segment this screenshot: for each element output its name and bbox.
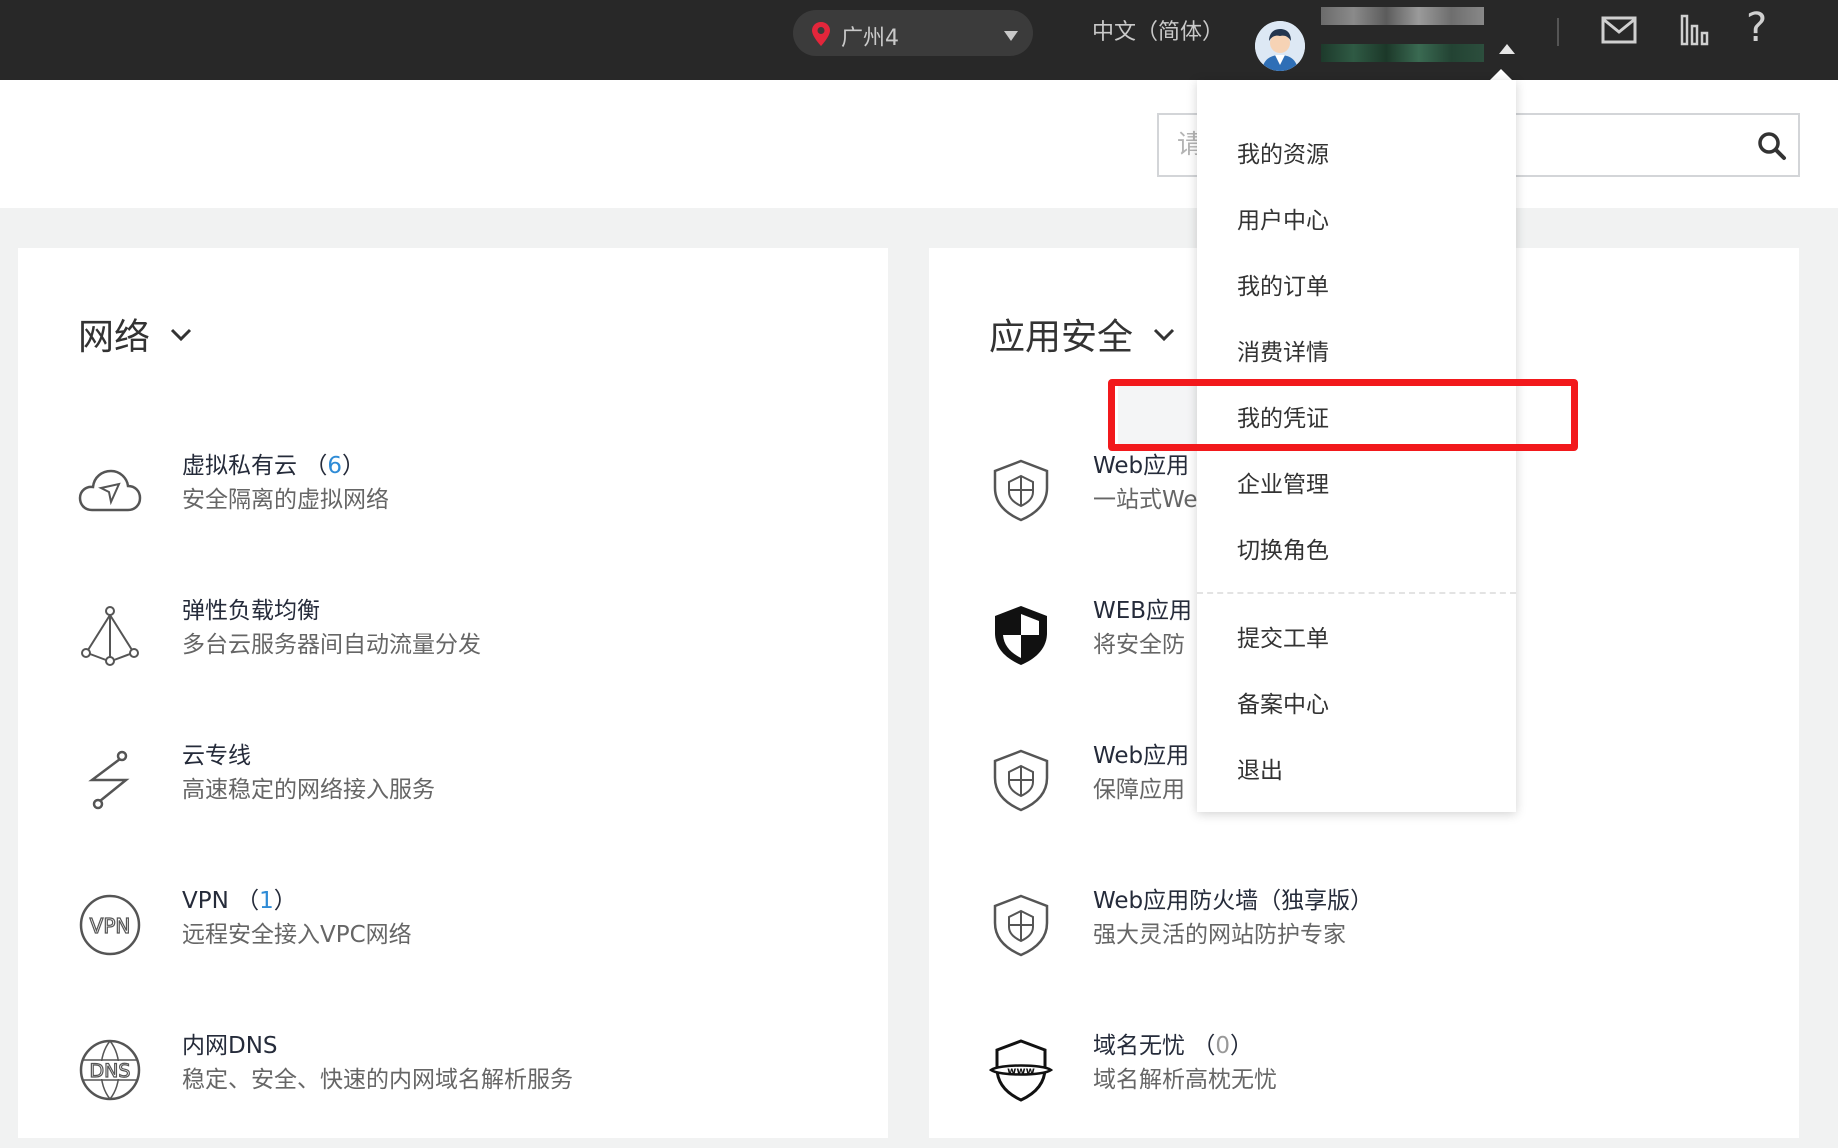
vpn-icon: VPN [79,894,141,956]
service-desc: 稳定、安全、快速的内网域名解析服务 [182,1067,573,1093]
menu-item-logout[interactable]: 退出 [1237,751,1283,785]
service-count[interactable]: 1 [259,888,274,914]
chevron-down-icon[interactable] [1153,328,1175,342]
menu-item-user-center[interactable]: 用户中心 [1237,201,1329,235]
service-desc: 强大灵活的网站防护专家 [1093,922,1346,948]
cloud-icon [78,469,142,512]
service-waf-dedicated[interactable]: Web应用防火墙（独享版） 强大灵活的网站防护专家 [929,888,1789,1003]
menu-item-my-orders[interactable]: 我的订单 [1237,267,1329,301]
service-vpc[interactable]: 虚拟私有云 （6） 安全隔离的虚拟网络 [18,453,878,568]
service-desc: 多台云服务器间自动流量分发 [182,632,481,658]
svg-text:www: www [1007,1066,1035,1077]
direct-connect-icon [88,750,130,810]
service-name: Web应用防火墙（独享版） [1093,888,1374,914]
service-name: 内网DNS [182,1033,278,1059]
service-elb[interactable]: 弹性负载均衡 多台云服务器间自动流量分发 [18,598,878,713]
chevron-down-icon[interactable] [170,328,192,342]
menu-item-submit-ticket[interactable]: 提交工单 [1237,619,1329,653]
chevron-up-icon[interactable] [1498,43,1516,55]
service-name: 云专线 [182,743,251,769]
chevron-down-icon [1004,31,1018,41]
shield-icon [993,749,1049,812]
mail-icon[interactable] [1601,15,1637,45]
dns-icon: DNS [79,1039,141,1101]
network-panel: 网络 虚拟私有云 （6） 安全隔离的虚拟网络 弹性负载均衡 多台云服务器间自动流… [18,248,888,1138]
load-balancer-icon [81,606,139,666]
service-count[interactable]: 6 [327,453,342,479]
service-name: 弹性负载均衡 [182,598,320,624]
service-name: WEB应用 [1093,598,1193,624]
service-name: Web应用 [1093,743,1190,769]
service-direct-connect[interactable]: 云专线 高速稳定的网络接入服务 [18,743,878,858]
service-name: VPN [182,888,229,914]
menu-item-enterprise[interactable]: 企业管理 [1237,465,1329,499]
service-desc: 远程安全接入VPC网络 [182,922,412,948]
location-pin-icon [812,22,830,46]
menu-divider [1197,592,1516,594]
svg-text:DNS: DNS [90,1060,131,1082]
shield-icon [995,606,1047,665]
account-redacted [1321,44,1484,62]
service-name: 域名无忧 [1093,1033,1185,1059]
top-nav-bar: 广州4 中文（简体） ? [0,0,1838,80]
help-icon[interactable]: ? [1746,5,1767,51]
panel-title: 网络 [78,317,151,358]
user-avatar-icon [1255,21,1305,71]
toolbar-divider [1557,18,1559,46]
service-desc: 域名解析高枕无忧 [1093,1067,1277,1093]
region-label: 广州4 [841,26,899,51]
panel-title: 应用安全 [989,317,1134,358]
service-desc: 保障应用 [1093,777,1185,803]
service-desc: 高速稳定的网络接入服务 [182,777,435,803]
highlight-annotation [1108,379,1578,451]
service-count[interactable]: 0 [1215,1033,1230,1059]
menu-item-billing-details[interactable]: 消费详情 [1237,333,1329,367]
service-name: 虚拟私有云 [182,453,297,479]
menu-item-filing-center[interactable]: 备案中心 [1237,685,1329,719]
region-selector[interactable]: 广州4 [793,10,1033,56]
menu-item-my-resources[interactable]: 我的资源 [1237,135,1329,169]
menu-item-switch-role[interactable]: 切换角色 [1237,531,1329,565]
service-name: Web应用 [1093,453,1190,479]
stats-icon[interactable] [1680,14,1710,46]
service-desc: 安全隔离的虚拟网络 [182,487,389,513]
search-strip [0,80,1838,208]
avatar[interactable] [1255,21,1305,71]
service-domain[interactable]: www 域名无忧 （0） 域名解析高枕无忧 [929,1033,1789,1148]
service-desc: 将安全防 [1093,632,1185,658]
shield-icon [993,894,1049,957]
service-desc: 一站式We [1093,487,1198,513]
svg-text:VPN: VPN [90,914,131,938]
service-vpn[interactable]: VPN VPN （1） 远程安全接入VPC网络 [18,888,878,1003]
username-redacted [1321,7,1484,25]
service-dns[interactable]: DNS 内网DNS 稳定、安全、快速的内网域名解析服务 [18,1033,878,1148]
www-shield-icon: www [989,1039,1053,1102]
shield-icon [993,459,1049,522]
search-icon[interactable] [1757,131,1787,161]
language-selector[interactable]: 中文（简体） [1092,14,1224,46]
